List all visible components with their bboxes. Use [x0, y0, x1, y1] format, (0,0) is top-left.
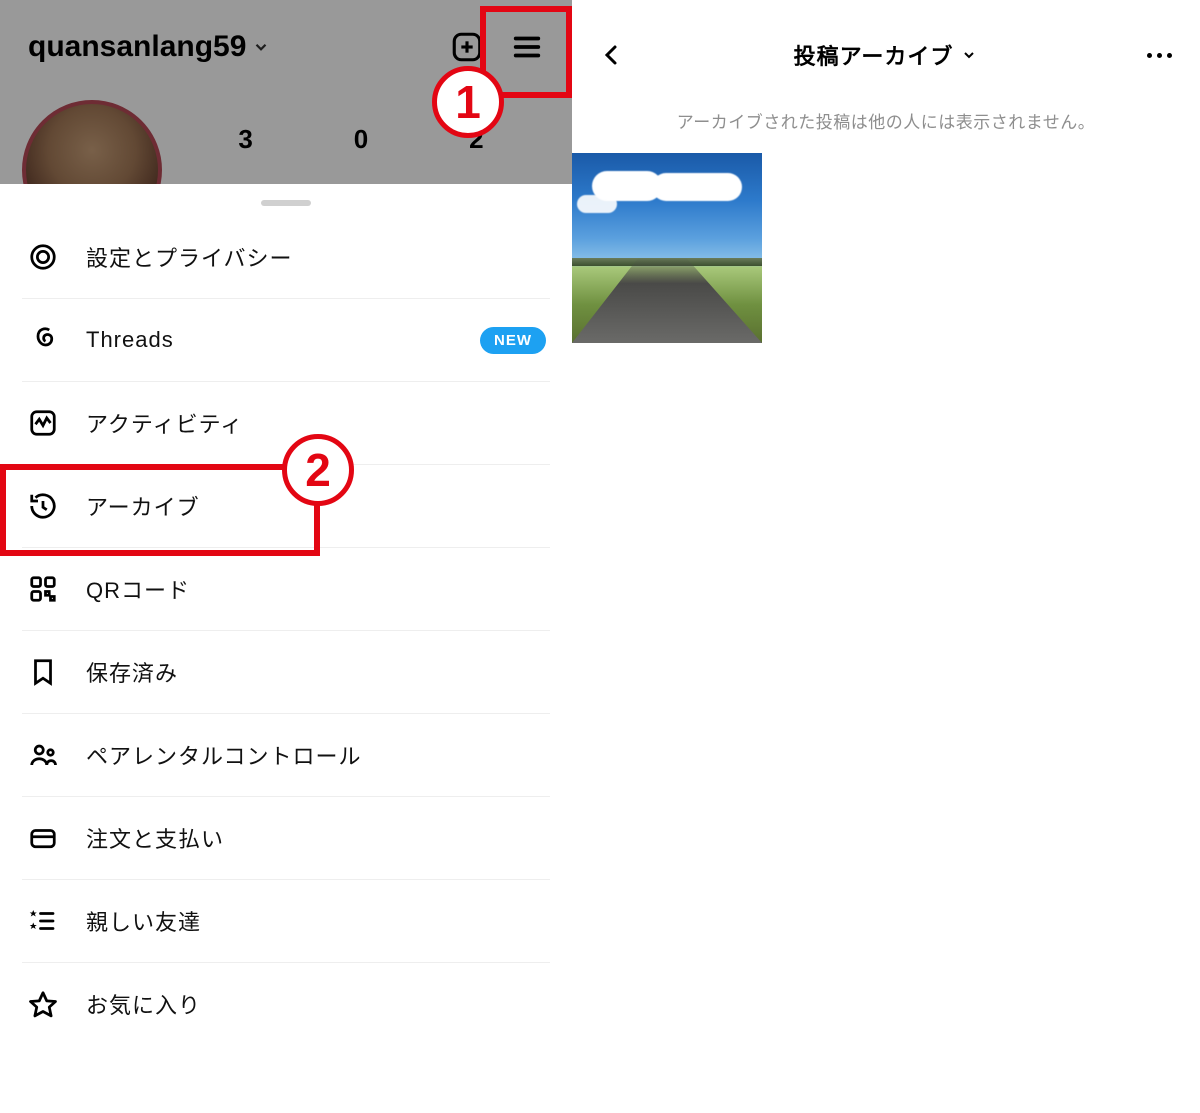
sheet-grabber[interactable]: [261, 200, 311, 206]
qr-icon: [26, 574, 60, 604]
archive-title-label: 投稿アーカイブ: [794, 39, 954, 71]
gear-icon: [26, 242, 60, 272]
back-button[interactable]: [600, 38, 624, 72]
left-screen: quansanlang59 3 0 2: [0, 0, 572, 1113]
menu-list: 設定とプライバシー Threads NEW アクティビティ: [0, 216, 572, 1045]
menu-label: QRコード: [86, 573, 190, 605]
annotation-box-2: [0, 464, 320, 556]
bottom-sheet: 設定とプライバシー Threads NEW アクティビティ: [0, 184, 572, 1113]
archive-title-dropdown[interactable]: 投稿アーカイブ: [794, 39, 978, 71]
close-friends-icon: [26, 906, 60, 936]
username-dropdown[interactable]: quansanlang59: [28, 30, 270, 64]
menu-label: 注文と支払い: [86, 822, 224, 854]
menu-item-saved[interactable]: 保存済み: [22, 631, 550, 713]
parental-icon: [26, 740, 60, 770]
stat-posts[interactable]: 3: [238, 124, 252, 155]
menu-label: アクティビティ: [86, 407, 243, 439]
activity-icon: [26, 408, 60, 438]
chevron-down-icon: [961, 47, 977, 63]
threads-icon: [26, 325, 60, 355]
menu-item-qr[interactable]: QRコード: [22, 548, 550, 630]
annotation-callout-1: 1: [432, 66, 504, 138]
chevron-down-icon: [252, 38, 270, 56]
menu-label: ペアレンタルコントロール: [86, 739, 362, 771]
archive-header: 投稿アーカイブ: [572, 0, 1200, 80]
new-badge: NEW: [480, 327, 546, 354]
menu-label: Threads: [86, 327, 174, 353]
archived-post-thumbnail[interactable]: [572, 153, 762, 343]
star-icon: [26, 989, 60, 1019]
stat-followers[interactable]: 0: [354, 124, 368, 155]
menu-label: 親しい友達: [86, 905, 201, 937]
menu-item-close-friends[interactable]: 親しい友達: [22, 880, 550, 962]
menu-label: 設定とプライバシー: [86, 241, 293, 273]
menu-item-threads[interactable]: Threads NEW: [22, 299, 550, 381]
menu-item-parental[interactable]: ペアレンタルコントロール: [22, 714, 550, 796]
menu-item-orders[interactable]: 注文と支払い: [22, 797, 550, 879]
menu-item-favorites[interactable]: お気に入り: [22, 963, 550, 1045]
menu-item-settings[interactable]: 設定とプライバシー: [22, 216, 550, 298]
annotation-callout-2: 2: [282, 434, 354, 506]
bookmark-icon: [26, 657, 60, 687]
username-label: quansanlang59: [28, 30, 246, 64]
right-screen: 投稿アーカイブ アーカイブされた投稿は他の人には表示されません。: [572, 0, 1200, 1113]
card-icon: [26, 823, 60, 853]
archive-empty-message: アーカイブされた投稿は他の人には表示されません。: [572, 108, 1200, 133]
menu-label: お気に入り: [86, 988, 201, 1020]
create-post-button[interactable]: [450, 30, 484, 64]
more-button[interactable]: [1147, 53, 1172, 58]
menu-label: 保存済み: [86, 656, 178, 688]
